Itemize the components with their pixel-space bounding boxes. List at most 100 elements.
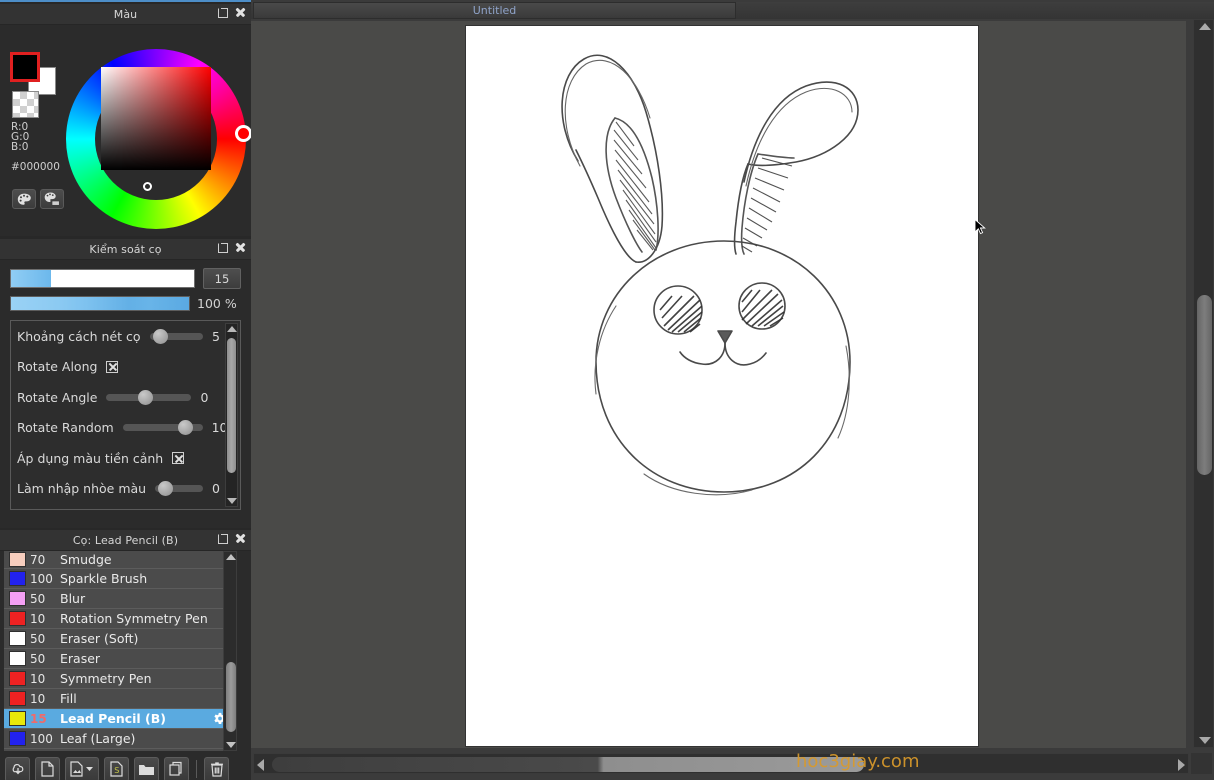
rabbit-sketch	[561, 54, 859, 496]
brush-list-item[interactable]: 10 Fill	[4, 689, 232, 709]
float-icon[interactable]	[218, 7, 228, 18]
scrollbar-thumb[interactable]	[227, 338, 236, 473]
document-tab[interactable]: Untitled	[253, 2, 736, 19]
horizontal-scrollbar-thumb[interactable]	[272, 757, 864, 772]
saturation-value-marker[interactable]	[143, 182, 152, 191]
transparency-swatch[interactable]	[12, 91, 39, 118]
brush-list-item[interactable]: 70 Smudge	[4, 551, 232, 569]
brush-property-slider[interactable]	[106, 389, 192, 405]
brush-opacity-value: 100 %	[197, 296, 237, 311]
brush-property-slider[interactable]	[122, 420, 203, 436]
brush-name-label: Fill	[60, 691, 77, 706]
new-folder-button[interactable]	[134, 756, 159, 780]
brush-color-swatch	[9, 671, 26, 686]
close-icon[interactable]	[235, 7, 246, 18]
brush-list-item[interactable]: 100 Sparkle Brush	[4, 569, 232, 589]
duplicate-brush-button[interactable]	[164, 756, 189, 780]
brush-list-item[interactable]: 50 Eraser (Soft)	[4, 629, 232, 649]
brush-list-item[interactable]: 10 Rotation Symmetry Pen	[4, 609, 232, 629]
scroll-down-arrow-icon[interactable]	[1199, 737, 1211, 744]
palette-list-icon[interactable]	[40, 189, 64, 209]
palette-icon[interactable]	[12, 189, 36, 209]
brush-list-scrollbar[interactable]	[223, 551, 237, 751]
brush-opacity-slider[interactable]	[10, 296, 190, 311]
color-panel-header[interactable]: Màu	[0, 4, 251, 25]
palette-list-glyph	[44, 192, 60, 206]
brush-name-label: Sparkle Brush	[60, 571, 148, 586]
close-icon[interactable]	[235, 533, 246, 544]
brush-property-row: Khoảng cách nét cọ 5	[11, 321, 240, 352]
scroll-up-arrow-icon[interactable]	[227, 326, 237, 332]
slider-knob[interactable]	[152, 328, 168, 344]
image-page-dropdown-icon	[70, 761, 93, 777]
brush-color-swatch	[9, 571, 26, 586]
brush-control-body: 15 100 % Khoảng cách nét cọ 5 Rotate Along…	[0, 260, 251, 528]
scroll-up-arrow-icon[interactable]	[225, 554, 236, 560]
brush-property-checkbox[interactable]	[172, 452, 185, 465]
brush-color-swatch	[9, 552, 26, 567]
scrollbar-corner	[1191, 753, 1212, 774]
new-brush-button[interactable]	[35, 756, 60, 780]
brush-control-header-buttons	[218, 242, 246, 253]
brush-property-slider[interactable]	[155, 481, 203, 497]
vertical-scrollbar-thumb[interactable]	[1197, 295, 1212, 475]
brush-property-slider[interactable]	[149, 328, 203, 344]
scroll-down-arrow-icon[interactable]	[227, 498, 237, 504]
scroll-right-arrow-icon[interactable]	[1178, 759, 1185, 771]
brush-name-label: Smudge	[60, 552, 112, 567]
document-tab-label: Untitled	[472, 4, 517, 17]
brush-property-checkbox[interactable]	[106, 360, 119, 373]
foreground-color-swatch[interactable]	[10, 52, 40, 82]
canvas-horizontal-scrollbar[interactable]	[253, 753, 1189, 774]
copy-icon	[168, 761, 182, 776]
scrollbar-thumb[interactable]	[226, 662, 236, 732]
brush-property-row: Rotate Random 100	[11, 413, 240, 444]
brush-property-row: Rotate Along	[11, 352, 240, 383]
brush-list-panel-header[interactable]: Cọ: Lead Pencil (B)	[0, 530, 251, 551]
brush-list-item[interactable]: 15 Lead Pencil (B)	[4, 709, 232, 729]
saturation-value-square[interactable]	[101, 67, 211, 191]
brush-opacity-row: 100 %	[10, 296, 241, 311]
brush-color-swatch	[9, 631, 26, 646]
script-brush-button[interactable]: S	[104, 756, 129, 780]
left-dock: Màu R:0 G:0 B:0 #000000 Kiểm soát cọ 15 …	[0, 0, 252, 780]
float-icon[interactable]	[218, 533, 228, 544]
scroll-down-arrow-icon[interactable]	[225, 742, 236, 748]
brush-control-panel-header[interactable]: Kiểm soát cọ	[0, 239, 251, 260]
brush-list[interactable]: 70 Smudge 100 Sparkle Brush 50 Blur 10 Rotation…	[4, 551, 232, 751]
close-icon[interactable]	[235, 242, 246, 253]
brush-color-swatch	[9, 611, 26, 626]
brush-properties-scrollbar[interactable]	[225, 323, 238, 507]
delete-brush-button[interactable]	[204, 756, 229, 780]
brush-property-label: Rotate Random	[17, 420, 114, 436]
canvas-viewport[interactable]	[251, 21, 1186, 748]
canvas-paper[interactable]	[466, 26, 986, 746]
import-brush-button[interactable]	[5, 756, 30, 780]
brush-list-item[interactable]: 50 Blur	[4, 589, 232, 609]
slider-knob[interactable]	[177, 420, 193, 436]
brush-name-label: Lead Pencil (B)	[60, 711, 166, 726]
new-from-image-button[interactable]	[65, 756, 99, 780]
brush-size-value[interactable]: 15	[203, 268, 241, 289]
slider-knob[interactable]	[138, 389, 154, 405]
brush-list-item[interactable]: 100 Leaf (Large)	[4, 729, 232, 749]
float-icon[interactable]	[218, 242, 228, 253]
brush-size-label: 10	[30, 611, 46, 626]
scroll-left-arrow-icon[interactable]	[257, 759, 264, 771]
svg-text:S: S	[114, 766, 119, 775]
brush-list-item[interactable]: 10 Symmetry Pen	[4, 669, 232, 689]
brush-size-label: 50	[30, 651, 46, 666]
brush-property-label: Áp dụng màu tiền cảnh	[17, 450, 164, 466]
brush-size-label: 50	[30, 631, 46, 646]
color-panel-title: Màu	[113, 7, 138, 21]
brush-size-slider[interactable]	[10, 269, 195, 288]
slider-knob[interactable]	[158, 481, 174, 497]
hue-marker[interactable]	[235, 125, 252, 142]
color-wheel[interactable]	[66, 49, 252, 229]
brush-size-label: 50	[30, 591, 46, 606]
brush-property-row: Rotate Angle 0	[11, 382, 240, 413]
brush-list-item[interactable]: 50 Eraser	[4, 649, 232, 669]
scroll-up-arrow-icon[interactable]	[1199, 23, 1211, 30]
canvas-vertical-scrollbar[interactable]	[1193, 19, 1214, 748]
brush-color-swatch	[9, 711, 26, 726]
